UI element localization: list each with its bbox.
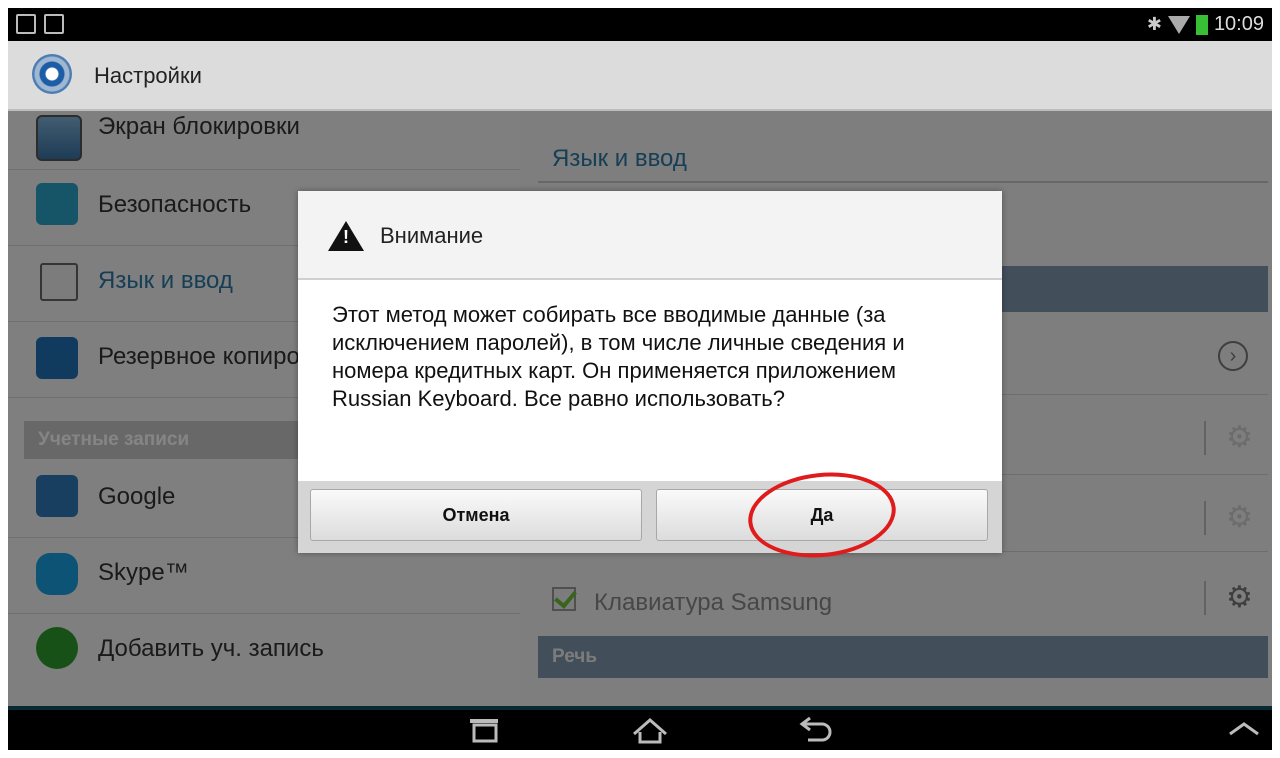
recent-apps-icon[interactable] — [464, 716, 504, 744]
action-bar: Настройки — [8, 41, 1272, 111]
dialog-buttons: Отмена Да — [298, 481, 1002, 553]
cancel-button[interactable]: Отмена — [310, 489, 642, 541]
warning-dialog: Внимание Этот метод может собирать все в… — [298, 191, 1002, 565]
tablet-screen: ✱ 10:09 Настройки Экран блокировки Безоп… — [8, 8, 1272, 750]
dialog-title: Внимание — [380, 223, 484, 248]
chevron-up-icon[interactable] — [1226, 718, 1262, 738]
status-time: 10:09 — [1213, 13, 1264, 35]
wifi-icon — [1167, 15, 1190, 34]
back-icon[interactable] — [794, 716, 838, 744]
check-icon — [44, 14, 64, 34]
dialog-message: Этот метод может собирать все вводимые д… — [332, 302, 905, 411]
gallery-icon — [16, 14, 36, 34]
bluetooth-icon: ✱ — [1146, 14, 1162, 34]
page-title: Настройки — [94, 63, 202, 88]
dialog-header: Внимание — [298, 191, 1002, 280]
navigation-bar — [8, 706, 1272, 750]
status-bar: ✱ 10:09 — [8, 8, 1272, 41]
warning-icon — [328, 221, 364, 251]
settings-app-icon[interactable] — [32, 54, 72, 94]
battery-icon — [1195, 14, 1208, 35]
home-icon[interactable] — [628, 716, 672, 744]
